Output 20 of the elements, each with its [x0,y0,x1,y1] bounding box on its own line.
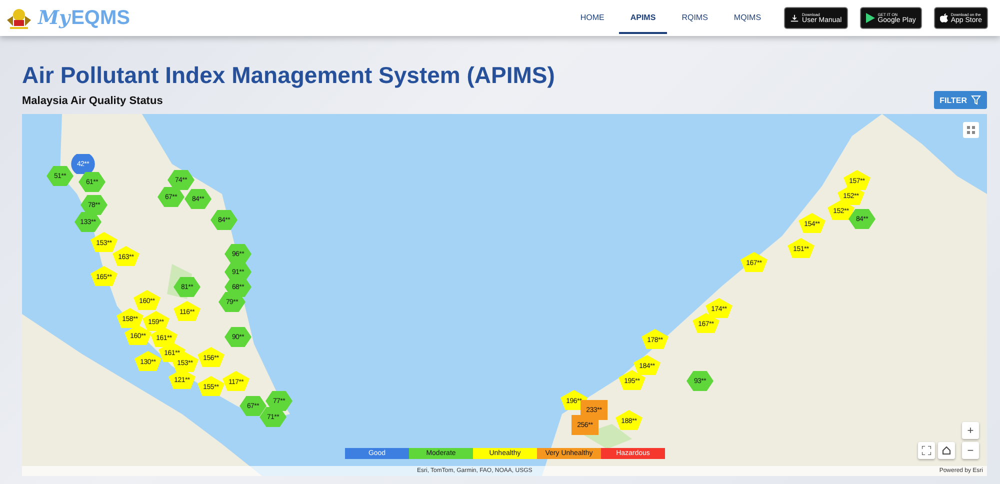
filter-button[interactable]: FILTER [934,91,987,109]
nav-tab[interactable]: APIMS [619,2,667,34]
zoom-out-button[interactable]: − [962,442,979,459]
home-button[interactable] [938,442,955,459]
nav-tab[interactable]: MQIMS [722,2,772,34]
filter-icon [971,95,981,105]
fullscreen-button[interactable] [918,442,935,459]
section-title: Malaysia Air Quality Status [22,95,163,107]
download-icon [790,14,800,22]
apple-icon [940,13,948,23]
home-icon [942,446,951,455]
fullscreen-icon [922,446,931,455]
logo-text: MyEQMS [38,6,130,30]
widget-icon[interactable] [963,122,979,138]
nav-tab[interactable]: RQIMS [670,2,719,34]
zoom-in-button[interactable]: + [962,422,979,439]
nav-tab[interactable]: HOME [569,2,616,34]
play-triangle-icon [866,13,875,23]
crest-icon [6,6,32,30]
page-title: Air Pollutant Index Management System (APIMS) [22,62,556,89]
